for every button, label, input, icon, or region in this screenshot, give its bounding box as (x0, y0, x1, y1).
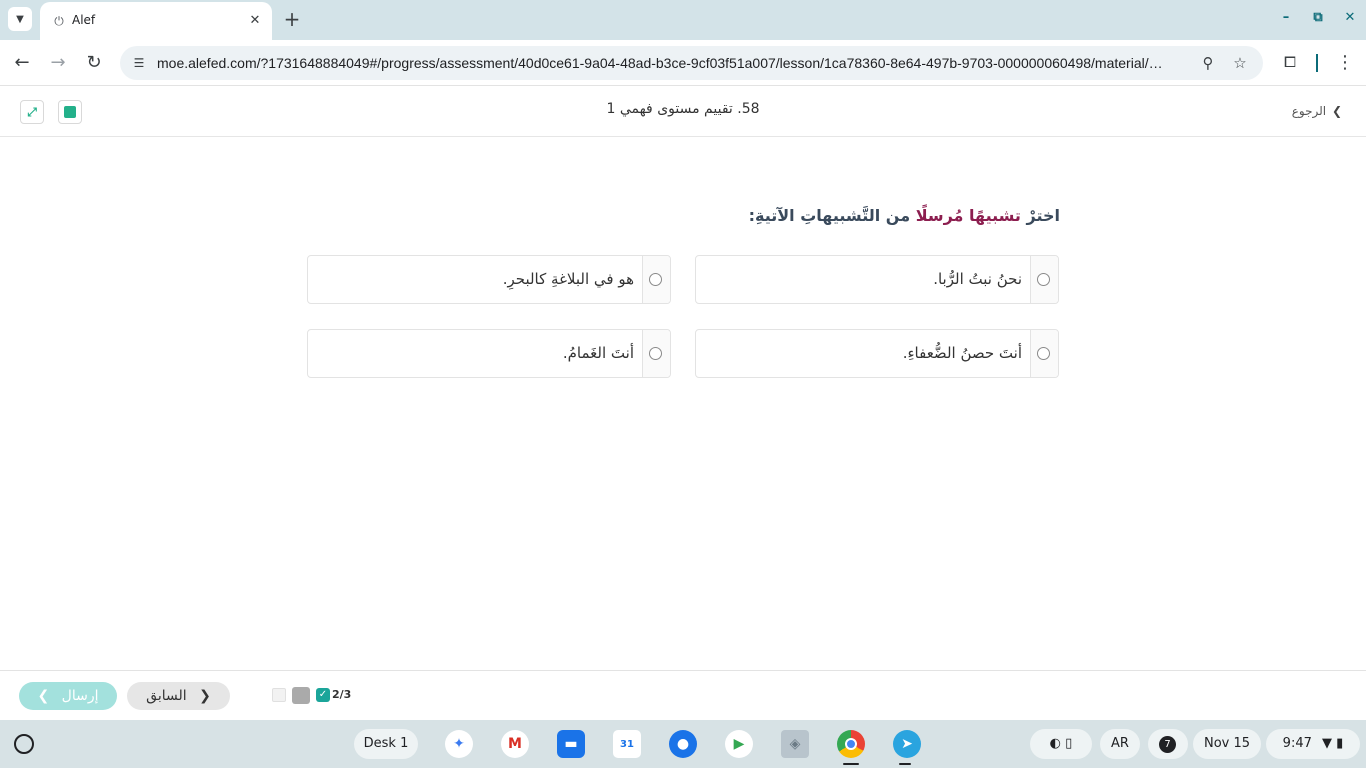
minimize-icon[interactable]: – (1276, 8, 1296, 28)
answer-option-3[interactable]: أنتَ حصنُ الضُّعفاءِ. (695, 329, 1059, 378)
restore-window-icon[interactable]: ⧉ (1308, 8, 1328, 28)
toggle-icon: ◐ ▯ (1049, 736, 1073, 751)
back-label: الرجوع (1291, 104, 1327, 118)
radio-cell (642, 330, 670, 377)
chrome-running-indicator (843, 763, 859, 765)
question-suffix: من التَّشبيهاتِ الآتيةِ: (748, 206, 916, 225)
progress-step-current (292, 687, 310, 704)
submit-label: إرسال (61, 688, 99, 704)
browser-tab[interactable]: ⏻ Alef ✕ (40, 2, 272, 40)
question-highlight: تشبيهًا مُرسلًا (915, 206, 1021, 225)
question-text: اخترْ تشبيهًا مُرسلًا من التَّشبيهاتِ ال… (600, 206, 1060, 225)
progress-check-icon: ✓ (316, 688, 330, 702)
calendar-day: 31 (620, 738, 634, 750)
telegram-running-indicator (899, 763, 911, 765)
extensions-puzzle-icon[interactable]: ⧠ (1280, 52, 1300, 72)
chrome-icon[interactable] (837, 730, 865, 758)
progress-count: 2/3 (332, 688, 352, 701)
date-button[interactable]: Nov 15 (1193, 729, 1261, 759)
wifi-icon: ▼ (1322, 736, 1333, 751)
generic-app-icon[interactable]: ◈ (781, 730, 809, 758)
assessment-footer: إرسال ❯ ❮ السابق ✓ 2/3 (0, 670, 1366, 720)
chevron-right-icon: ❮ (199, 688, 211, 704)
progress-step-empty (272, 688, 286, 702)
option-text: هو في البلاغةِ كالبحرِ. (502, 270, 634, 288)
url-text[interactable]: moe.alefed.com/?1731648884049#/progress/… (157, 55, 1187, 71)
radio-button[interactable] (649, 273, 662, 286)
answer-option-2[interactable]: هو في البلاغةِ كالبحرِ. (307, 255, 671, 304)
chat-icon[interactable]: ● (669, 730, 697, 758)
battery-icon: ▮ (1336, 736, 1344, 751)
new-tab-plus-icon[interactable]: + (282, 8, 302, 30)
submit-button[interactable]: إرسال ❯ (19, 682, 117, 710)
input-language-button[interactable]: AR (1100, 729, 1140, 759)
os-shelf: Desk 1 ✦ M ▬ 31 ● ▶ ◈ ➤ ◐ ▯ AR 7 Nov 15 … (0, 720, 1366, 768)
status-area[interactable]: 9:47 ▼ ▮ (1266, 729, 1360, 759)
option-text: أنتَ حصنُ الضُّعفاءِ. (902, 344, 1022, 362)
back-link[interactable]: ❯ الرجوع (1292, 104, 1342, 118)
back-arrow-icon[interactable]: ← (11, 52, 33, 74)
gemini-icon[interactable]: ✦ (445, 730, 473, 758)
alef-favicon-icon: ⏻ (54, 14, 64, 28)
radio-button[interactable] (1037, 347, 1050, 360)
answer-option-4[interactable]: أنتَ الغَمامُ. (307, 329, 671, 378)
clock: 9:47 (1282, 736, 1312, 751)
option-text: أنتَ الغَمامُ. (562, 344, 634, 362)
chevron-right-icon: ❯ (1331, 104, 1342, 118)
telegram-icon[interactable]: ➤ (893, 730, 921, 758)
option-text: نحنُ نبتُ الرُّبا. (933, 270, 1022, 288)
close-window-icon[interactable]: ✕ (1340, 8, 1360, 28)
files-icon[interactable]: ▬ (557, 730, 585, 758)
page-title: 58. تقييم مستوى فهمي 1 (606, 101, 760, 117)
previous-label: السابق (146, 688, 187, 704)
radio-cell (642, 256, 670, 303)
radio-button[interactable] (649, 347, 662, 360)
radio-cell (1030, 256, 1058, 303)
browser-toolbar: ← → ↻ ☰ moe.alefed.com/?1731648884049#/p… (0, 40, 1366, 86)
reload-icon[interactable]: ↻ (83, 52, 105, 74)
radio-button[interactable] (1037, 273, 1050, 286)
calendar-icon[interactable]: 31 (613, 730, 641, 758)
forward-arrow-icon[interactable]: → (47, 52, 69, 74)
tab-close-icon[interactable]: ✕ (246, 12, 264, 30)
launcher-icon[interactable] (14, 734, 34, 754)
desk-button[interactable]: Desk 1 (354, 729, 418, 759)
address-bar[interactable]: ☰ moe.alefed.com/?1731648884049#/progres… (120, 46, 1263, 80)
previous-button[interactable]: ❮ السابق (127, 682, 230, 710)
zoom-icon[interactable]: ⚲ (1198, 53, 1218, 73)
toolbar-divider (1316, 54, 1318, 72)
tray-toggles[interactable]: ◐ ▯ (1030, 729, 1092, 759)
site-info-tune-icon[interactable]: ☰ (130, 54, 148, 72)
gmail-icon[interactable]: M (501, 730, 529, 758)
more-menu-icon[interactable]: ⋮ (1336, 52, 1354, 74)
chevron-left-icon: ❯ (37, 688, 50, 704)
radio-cell (1030, 330, 1058, 377)
answer-option-1[interactable]: نحنُ نبتُ الرُّبا. (695, 255, 1059, 304)
question-prefix: اخترْ (1020, 206, 1060, 225)
tab-title: Alef (72, 13, 96, 27)
play-store-icon[interactable]: ▶ (725, 730, 753, 758)
lesson-header: ⤢ 58. تقييم مستوى فهمي 1 ❯ الرجوع (0, 87, 1366, 137)
tab-search-chevron-icon[interactable]: ▼ (8, 7, 32, 31)
bookmark-star-icon[interactable]: ☆ (1230, 53, 1250, 73)
browser-tab-strip: ▼ ⏻ Alef ✕ + – ⧉ ✕ (0, 0, 1366, 40)
notification-count-badge: 7 (1159, 736, 1176, 753)
